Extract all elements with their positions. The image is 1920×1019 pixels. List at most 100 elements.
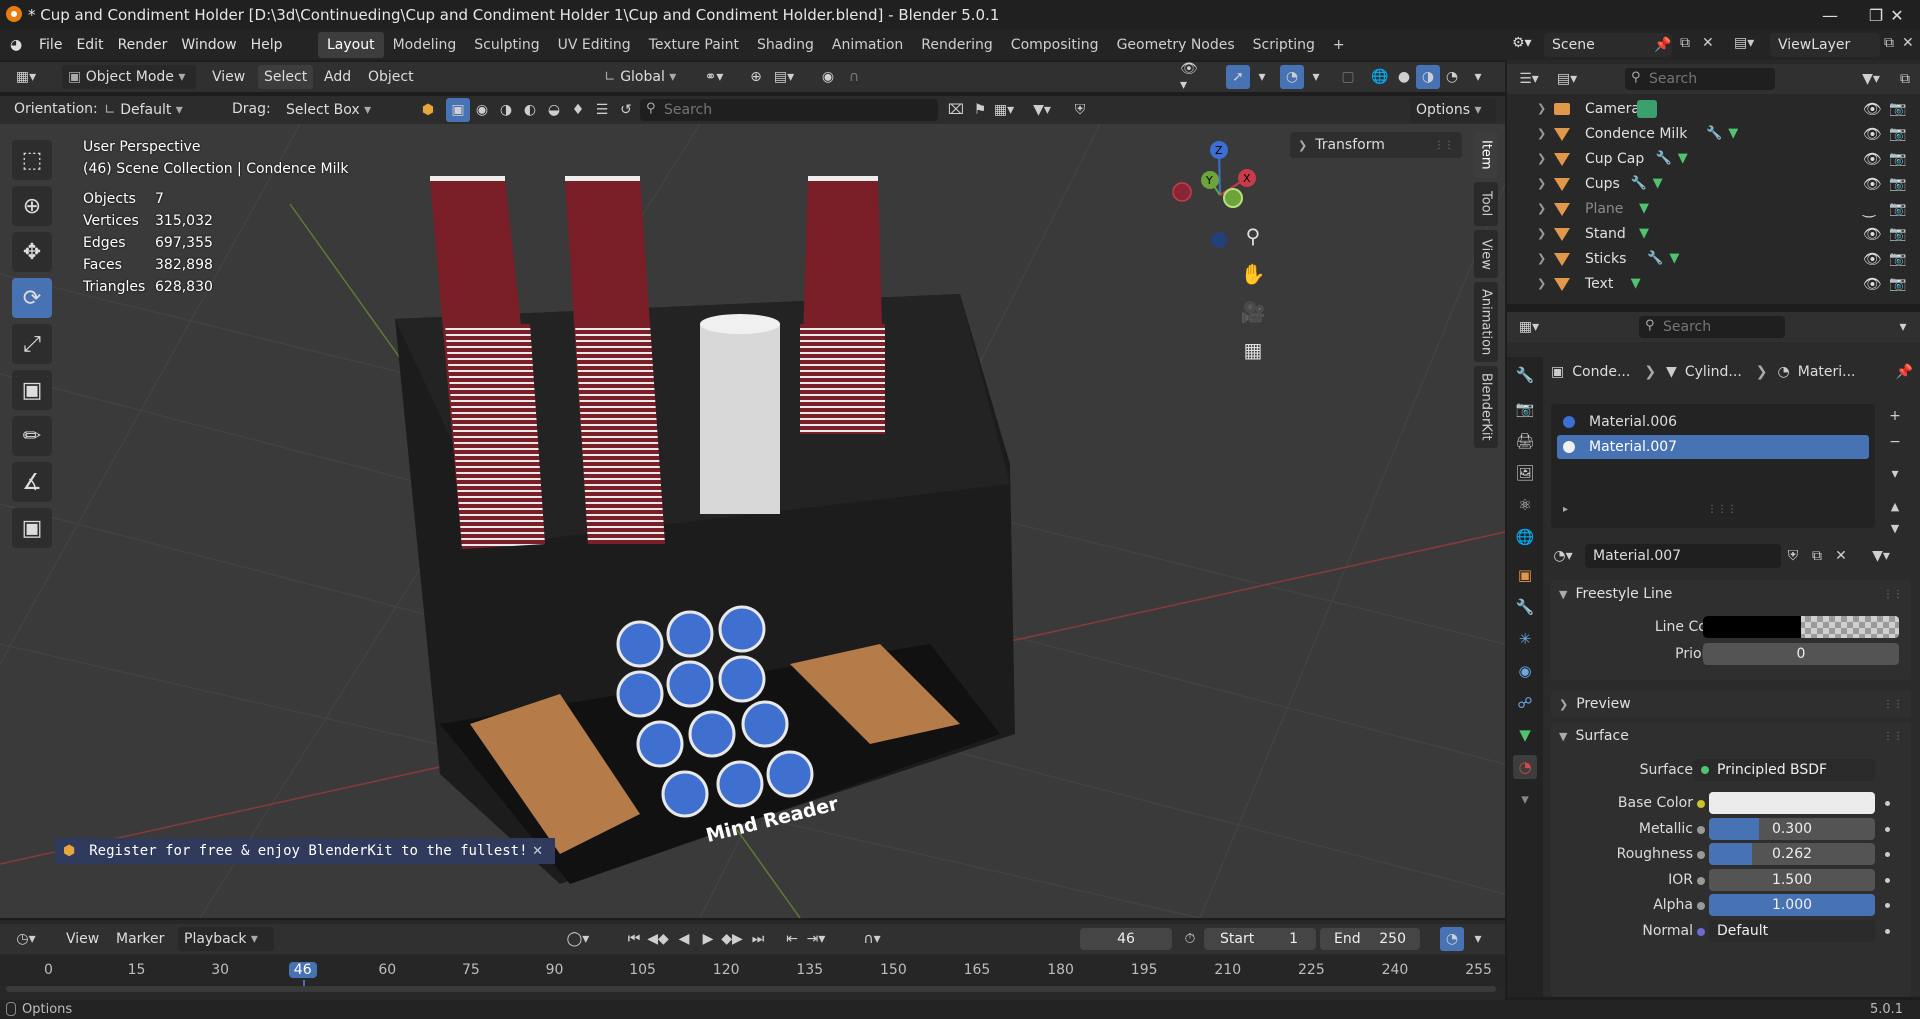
- keyframe-dot-icon[interactable]: [1885, 852, 1890, 857]
- keyframe-dot-icon[interactable]: [1885, 928, 1890, 934]
- overlay-toggle-icon[interactable]: ◔: [1280, 65, 1304, 89]
- outliner-item[interactable]: ❯ Text ▼ 👁 📷: [1507, 271, 1920, 296]
- slot-specials-icon[interactable]: ▾: [1883, 462, 1907, 486]
- filter-icon[interactable]: ▼▾: [1030, 98, 1054, 122]
- eye-icon[interactable]: 👁: [1863, 125, 1882, 143]
- timeline-menu-marker[interactable]: Marker: [110, 927, 170, 951]
- socket-icon[interactable]: [1697, 800, 1705, 808]
- jump-to-keyframe-forward-icon[interactable]: ◆▶: [720, 927, 744, 951]
- drag-handle-icon[interactable]: ⋮⋮: [1883, 699, 1903, 710]
- socket-icon[interactable]: [1697, 825, 1705, 834]
- transform-panel-header[interactable]: ❯ Transform ⋮⋮: [1290, 132, 1462, 158]
- expand-arrow-icon[interactable]: ❯: [1537, 227, 1546, 240]
- properties-search-input[interactable]: [1663, 317, 1779, 337]
- tab-scripting[interactable]: Scripting: [1244, 32, 1324, 58]
- timeline-editor-type-icon[interactable]: ◷▾: [14, 927, 38, 951]
- mesh-data-icon[interactable]: ▼: [1639, 226, 1649, 241]
- delete-scene-icon[interactable]: ✕: [1702, 35, 1714, 51]
- view-layer-selector[interactable]: ViewLayer: [1770, 33, 1880, 57]
- material-slot-active[interactable]: Material.007: [1557, 435, 1869, 459]
- blenderkit-icon[interactable]: ⬢: [416, 98, 440, 122]
- select-mode-intersect-icon[interactable]: ◒: [542, 98, 566, 122]
- move-slot-up-icon[interactable]: ▲: [1883, 494, 1907, 518]
- close-button[interactable]: ✕: [1874, 0, 1920, 30]
- preview-panel-header[interactable]: ❯ Preview ⋮⋮: [1551, 690, 1911, 718]
- asset-search-field[interactable]: ⚲: [640, 99, 938, 121]
- wrench-icon[interactable]: 🔧: [1656, 151, 1672, 166]
- display-mode-icon[interactable]: ▤▾: [1555, 67, 1579, 91]
- sidebar-tab-blenderkit[interactable]: BlenderKit: [1474, 366, 1498, 448]
- new-scene-icon[interactable]: ⧉: [1680, 35, 1690, 51]
- drag-handle-icon[interactable]: ⋮⋮: [1434, 140, 1454, 151]
- menu-add[interactable]: Add: [318, 65, 357, 89]
- surface-shader-selector[interactable]: Principled BSDF: [1693, 759, 1875, 781]
- tab-shading[interactable]: Shading: [748, 32, 823, 58]
- zoom-icon[interactable]: ⚲: [1237, 220, 1269, 252]
- scale-tool[interactable]: ⤢: [12, 324, 52, 364]
- add-cube-tool[interactable]: ▣: [12, 508, 52, 548]
- xray-icon[interactable]: ▢: [1336, 65, 1360, 89]
- jump-to-end-icon[interactable]: ⏭: [746, 927, 770, 951]
- surface-field-slider[interactable]: 1.500: [1709, 868, 1875, 891]
- transform-tool[interactable]: ▣: [12, 370, 52, 410]
- timeline-overlay-icon[interactable]: ◔: [1440, 927, 1464, 951]
- eye-icon[interactable]: 👁: [1863, 150, 1882, 168]
- add-slot-icon[interactable]: +: [1883, 404, 1907, 428]
- asset-tools-icon[interactable]: ♦: [566, 98, 590, 122]
- next-keyframe-icon[interactable]: ⇥▾: [804, 927, 828, 951]
- outliner-filter-icon[interactable]: ▼▾: [1859, 67, 1883, 91]
- properties-editor-type-icon[interactable]: ▦▾: [1517, 315, 1541, 339]
- duplicate-material-icon[interactable]: ⧉: [1805, 544, 1829, 568]
- outliner-item[interactable]: ❯ Sticks 🔧 ▼ 👁 📷: [1507, 246, 1920, 271]
- mesh-data-icon[interactable]: ▼: [1678, 151, 1688, 166]
- shading-menu-icon[interactable]: ▾: [1466, 65, 1490, 89]
- outliner-search-input[interactable]: [1649, 69, 1769, 89]
- view-layer-tab-icon[interactable]: 🖼: [1513, 461, 1537, 485]
- orientation-selector[interactable]: ∟ Default ▾: [98, 98, 220, 122]
- expand-triangle-icon[interactable]: ▸: [1563, 504, 1568, 515]
- menu-help[interactable]: Help: [244, 32, 290, 58]
- drag-handle-icon[interactable]: ⋮⋮: [1883, 731, 1903, 742]
- render-camera-icon[interactable]: 📷: [1889, 276, 1906, 292]
- outliner-editor-type-icon[interactable]: ☰▾: [1517, 67, 1541, 91]
- editor-type-icon[interactable]: ▦▾: [14, 65, 38, 89]
- select-mode-invert-icon[interactable]: ◐: [518, 98, 542, 122]
- gizmo-toggle-icon[interactable]: ➚: [1226, 65, 1250, 89]
- material-tab-icon[interactable]: ◔: [1513, 755, 1537, 779]
- frame-ruler[interactable]: 0 15 30 46 60 75 90 105 120 135 150 165 180 195 210 225…: [0, 956, 1505, 990]
- move-tool[interactable]: ✥: [12, 232, 52, 272]
- options-dropdown[interactable]: Options ▾: [1410, 98, 1496, 122]
- asset-tools-2-icon[interactable]: ☰: [590, 98, 614, 122]
- render-camera-icon[interactable]: 📷: [1889, 126, 1906, 142]
- pin-icon[interactable]: 📌: [1654, 33, 1671, 57]
- eye-icon[interactable]: 👁: [1863, 275, 1882, 293]
- outliner-item[interactable]: ❯ Plane ▼ ‿ 📷: [1507, 196, 1920, 221]
- select-mode-subtract-icon[interactable]: ◑: [494, 98, 518, 122]
- mesh-data-icon[interactable]: ▼: [1639, 201, 1649, 216]
- socket-icon[interactable]: [1697, 851, 1705, 859]
- menu-select[interactable]: Select: [258, 65, 314, 89]
- output-tab-icon[interactable]: 🖨: [1513, 429, 1537, 453]
- socket-icon[interactable]: [1697, 927, 1705, 936]
- surface-panel-header[interactable]: ▼ Surface ⋮⋮: [1551, 722, 1911, 750]
- render-camera-icon[interactable]: 📷: [1889, 201, 1906, 217]
- dismiss-notification-icon[interactable]: ✕: [532, 844, 543, 859]
- menu-view[interactable]: View: [206, 65, 251, 89]
- unlink-material-icon[interactable]: ✕: [1829, 544, 1853, 568]
- expand-arrow-icon[interactable]: ❯: [1537, 177, 1546, 190]
- socket-icon[interactable]: [1697, 902, 1705, 910]
- priority-field[interactable]: 0: [1703, 643, 1899, 665]
- wireframe-shading-icon[interactable]: 🌐: [1368, 65, 1392, 89]
- timeline-menu-view[interactable]: View: [60, 927, 105, 951]
- overlay-menu-icon[interactable]: ▾: [1304, 65, 1328, 89]
- end-frame-field[interactable]: End 250: [1320, 928, 1420, 950]
- keyframe-dot-icon[interactable]: [1885, 877, 1890, 883]
- pin-icon[interactable]: 📌: [1896, 364, 1913, 380]
- tool-tab-icon[interactable]: 🔧: [1513, 363, 1537, 387]
- auto-keying-icon[interactable]: ◯▾: [566, 927, 590, 951]
- expand-arrow-icon[interactable]: ❯: [1537, 102, 1546, 115]
- stopwatch-icon[interactable]: ⏱: [1178, 927, 1202, 951]
- timeline-overlay-menu-icon[interactable]: ▾: [1466, 927, 1490, 951]
- mesh-data-icon[interactable]: ▼: [1728, 126, 1738, 141]
- sidebar-tab-animation[interactable]: Animation: [1474, 282, 1498, 362]
